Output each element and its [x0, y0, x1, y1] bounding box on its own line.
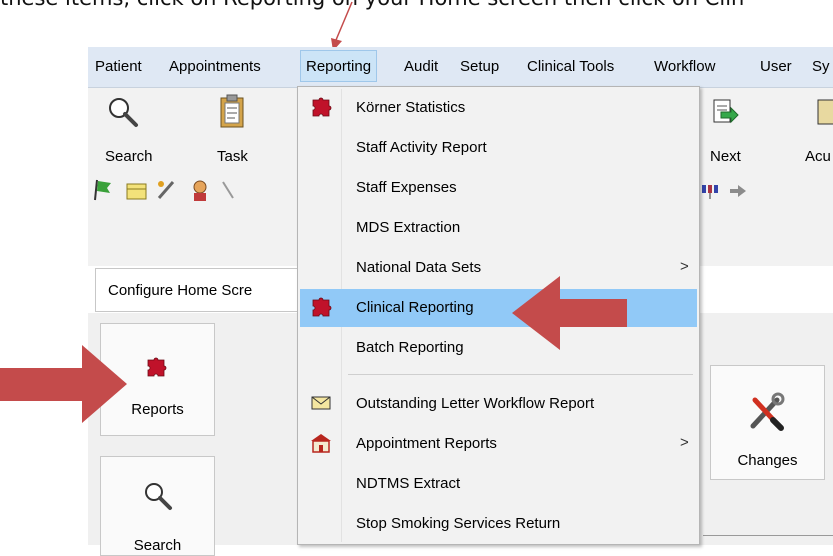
menu-patient[interactable]: Patient — [95, 58, 142, 75]
search-tile[interactable]: Search — [100, 456, 215, 556]
menu-item-clinical-reporting[interactable]: Clinical Reporting — [300, 289, 697, 327]
reports-tile-label: Reports — [131, 401, 184, 418]
flags-icon[interactable] — [93, 178, 115, 202]
configure-home-screen-button[interactable]: Configure Home Scre — [95, 268, 300, 312]
menu-item-label: MDS Extraction — [356, 219, 461, 236]
person-icon[interactable] — [189, 179, 211, 203]
menu-item-mds-extraction[interactable]: MDS Extraction — [300, 209, 697, 247]
menu-reporting[interactable]: Reporting — [300, 50, 378, 82]
menu-item-ndtms-extract[interactable]: NDTMS Extract — [300, 465, 697, 503]
toolbar-search-button[interactable]: Search — [95, 92, 155, 172]
menu-item-appointment-reports[interactable]: Appointment Reports > — [300, 425, 697, 463]
small-icon-row — [93, 178, 303, 206]
menu-audit[interactable]: Audit — [404, 58, 438, 75]
search-tile-label: Search — [133, 537, 182, 554]
menu-setup[interactable]: Setup — [460, 58, 499, 75]
reports-tile[interactable]: Reports — [100, 323, 215, 436]
menu-item-korner-statistics[interactable]: Körner Statistics — [300, 89, 697, 127]
menu-separator — [348, 374, 693, 375]
menu-item-batch-reporting[interactable]: Batch Reporting — [300, 329, 697, 367]
toolbar-search-label: Search — [105, 148, 153, 165]
clipboard-icon — [220, 94, 244, 128]
search-tile-magnifier-icon — [145, 483, 172, 510]
syringe-icon[interactable] — [155, 178, 177, 202]
changes-tile[interactable]: Changes — [710, 365, 825, 480]
forward-arrow-icon[interactable] — [728, 183, 748, 199]
toolbar-task-button[interactable]: Task — [203, 92, 263, 172]
toolbar-acu-label: Acu — [805, 148, 831, 165]
tools-icon — [750, 392, 785, 431]
menu-item-staff-expenses[interactable]: Staff Expenses — [300, 169, 697, 207]
menu-bar: Patient Appointments Reporting Audit Set… — [88, 47, 833, 88]
chevron-right-icon: > — [680, 258, 689, 275]
puzzle-icon — [147, 357, 167, 377]
menu-item-label: Appointment Reports — [356, 435, 497, 452]
building-icon — [311, 434, 331, 453]
pointer-arrow-icon — [331, 1, 353, 51]
menu-sy[interactable]: Sy — [812, 58, 830, 75]
menu-item-label: Clinical Reporting — [356, 299, 474, 316]
magnifier-icon — [109, 98, 138, 127]
instruction-caption: these items, click on Reporting on your … — [0, 0, 833, 36]
puzzle-icon — [312, 297, 332, 317]
menu-item-label: Outstanding Letter Workflow Report — [356, 395, 595, 412]
menu-item-stop-smoking-services-return[interactable]: Stop Smoking Services Return — [300, 505, 697, 543]
menu-item-label: Batch Reporting — [356, 339, 464, 356]
toolbar-next-button[interactable]: Next — [707, 92, 762, 172]
toolbar-task-label: Task — [217, 148, 248, 165]
toolbar-acu-button[interactable]: Acu — [795, 92, 833, 172]
envelope-icon — [311, 396, 331, 410]
menu-item-label: Staff Expenses — [356, 179, 457, 196]
menu-item-outstanding-letter-workflow-report[interactable]: Outstanding Letter Workflow Report — [300, 385, 697, 423]
menu-item-label: Staff Activity Report — [356, 139, 487, 156]
next-document-icon — [713, 99, 739, 124]
menu-item-label: NDTMS Extract — [356, 475, 461, 492]
changes-tile-label: Changes — [737, 452, 798, 469]
menu-item-label: Stop Smoking Services Return — [356, 515, 561, 532]
menu-item-label: National Data Sets — [356, 259, 482, 276]
calendar-icon[interactable] — [126, 181, 148, 201]
menu-item-national-data-sets[interactable]: National Data Sets > — [300, 249, 697, 287]
menu-item-label: Körner Statistics — [356, 99, 466, 116]
menu-appointments[interactable]: Appointments — [169, 58, 261, 75]
bars-icon[interactable] — [700, 182, 728, 200]
toolbar-next-label: Next — [710, 148, 741, 165]
pen-icon[interactable] — [221, 180, 235, 202]
menu-item-staff-activity-report[interactable]: Staff Activity Report — [300, 129, 697, 167]
puzzle-icon — [312, 97, 332, 117]
configure-home-screen-label: Configure Home Scre — [108, 282, 253, 299]
menu-workflow[interactable]: Workflow — [654, 58, 715, 75]
caption-text: these items, click on Reporting on your … — [0, 0, 744, 10]
acu-document-icon — [817, 99, 833, 125]
lower-strip — [703, 535, 833, 546]
small-icon-row-right — [700, 182, 780, 202]
reporting-dropdown-menu: Körner Statistics Staff Activity Report … — [297, 86, 700, 545]
chevron-right-icon: > — [680, 434, 689, 451]
menu-clinical-tools[interactable]: Clinical Tools — [527, 58, 614, 75]
menu-user[interactable]: User — [760, 58, 792, 75]
